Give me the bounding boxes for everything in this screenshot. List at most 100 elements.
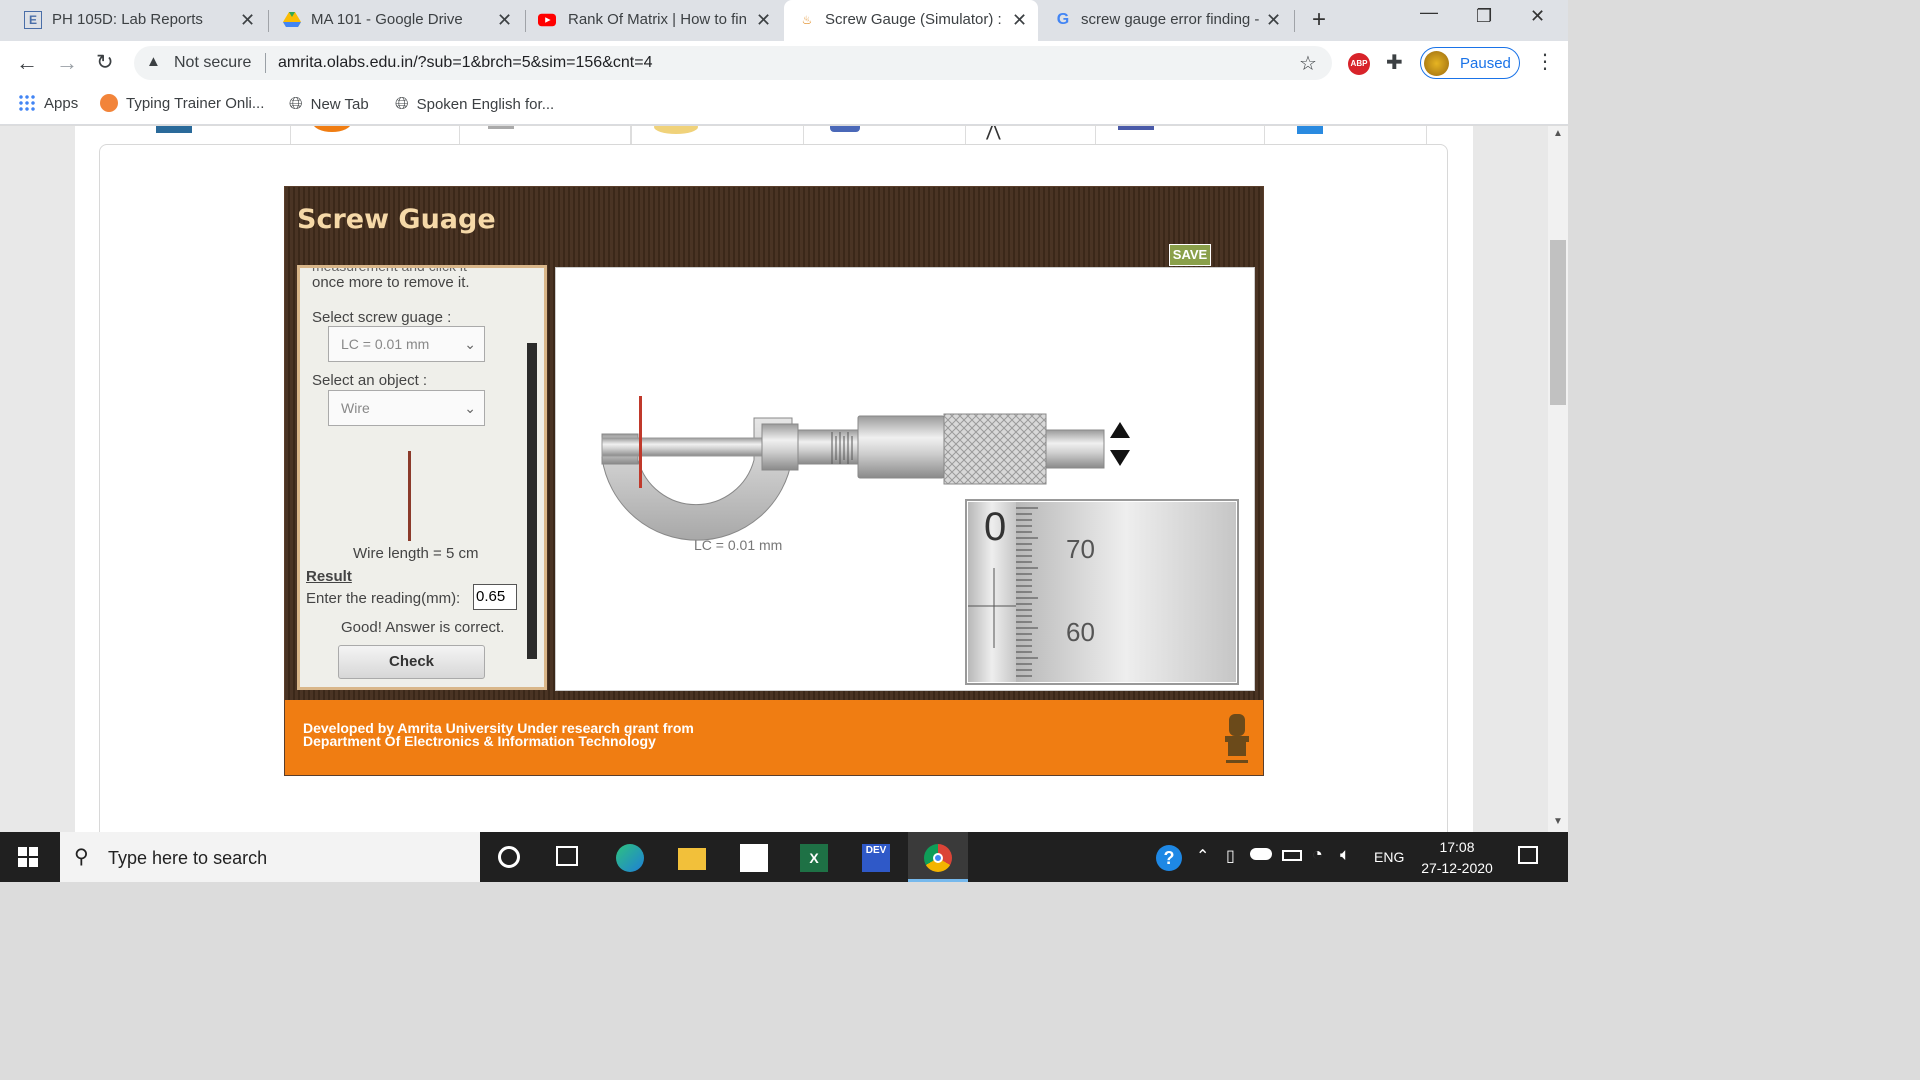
nav-tab-animation[interactable] [460,126,631,146]
close-icon[interactable]: ✕ [1012,10,1027,31]
store-icon[interactable] [740,844,768,872]
sim-footer: Developed by Amrita University Under res… [285,700,1263,775]
reading-input[interactable]: 0.65 [473,584,517,610]
adblock-icon[interactable]: ABP [1348,53,1370,75]
dev-icon[interactable]: DEV [862,844,890,872]
spindle [601,437,773,457]
tab-title: PH 105D: Lab Reports [52,11,203,28]
restore-icon[interactable]: ❐ [1476,6,1492,27]
scroll-thumb[interactable] [1550,240,1566,405]
sim-header: Screw Guage [285,187,1263,250]
save-button[interactable]: SAVE [1169,244,1211,266]
tab-screw-gauge[interactable]: ♨ Screw Gauge (Simulator) : C ✕ [784,0,1038,41]
star-icon[interactable]: ☆ [1299,51,1317,76]
taskbar-search[interactable]: ⚲ Type here to search [60,832,480,882]
object-select[interactable]: Wire ⌄ [328,390,485,426]
close-icon[interactable]: ✕ [240,10,255,31]
minimize-icon[interactable]: — [1420,2,1438,23]
taskbar-search-placeholder: Type here to search [108,848,268,868]
simulator-icon [654,126,698,134]
scroll-down-icon[interactable]: ▼ [1553,816,1563,827]
start-button[interactable] [18,847,38,867]
tab-rank-of-matrix[interactable]: Rank Of Matrix | How to fin ✕ [526,0,782,41]
nav-tab-feedback[interactable] [1265,126,1427,146]
footer-line-2: Department Of Electronics & Information … [303,733,656,749]
sleeve-collar [761,423,799,471]
animation-icon [488,126,514,129]
drive-icon [283,11,301,29]
extensions-icon[interactable]: ✚ [1386,50,1403,75]
file-explorer-icon[interactable] [678,848,706,870]
instructions-text: once more to remove it. [312,274,470,291]
select-gauge-label: Select screw guage : [312,309,452,326]
reload-icon[interactable]: ↻ [96,50,114,75]
bookmark-label: New Tab [310,95,369,113]
onedrive-icon[interactable] [1250,848,1272,860]
clock-time: 17:08 [1439,839,1475,855]
profile-button[interactable]: Paused [1420,47,1520,79]
tray-chevron-icon[interactable]: ⌃ [1196,846,1209,866]
gauge-select[interactable]: LC = 0.01 mm ⌄ [328,326,485,362]
tab-google-search[interactable]: G screw gauge error finding - ✕ [1040,0,1294,41]
lab-nav-strip: ⋀ [120,126,1427,157]
footer-credit: Developed by Amrita University Under res… [303,721,694,749]
ratchet-knurl [943,413,1047,485]
bookmark-typing-trainer[interactable]: Typing Trainer Onli... [100,94,264,112]
close-icon[interactable]: ✕ [756,10,771,31]
tab-title: Screw Gauge (Simulator) : C [825,11,1005,28]
nav-tab-resources[interactable] [1096,126,1265,146]
national-emblem-icon [1225,714,1249,763]
menu-icon[interactable]: ⋮ [1535,49,1555,74]
address-bar[interactable]: ▲ Not secure amrita.olabs.edu.in/?sub=1&… [134,46,1332,80]
olabs-icon: ♨ [801,13,813,27]
window-close-icon[interactable]: ✕ [1530,6,1545,27]
clock[interactable]: 17:08 27-12-2020 [1412,837,1502,879]
page-scrollbar[interactable]: ▲ ▼ [1548,126,1568,832]
control-panel: measurement and click it once more to re… [297,265,547,690]
check-button[interactable]: Check [338,645,485,679]
chrome-taskbar-button[interactable] [908,832,968,882]
notification-icon[interactable] [1518,846,1538,864]
wifi-icon[interactable]: ◔ [1312,844,1323,865]
site-e-icon: E [24,11,42,29]
tab-google-drive[interactable]: MA 101 - Google Drive ✕ [269,0,525,41]
close-icon[interactable]: ✕ [1266,10,1281,31]
screw-gauge-simulator: Screw Guage SAVE measurement and click i… [284,186,1264,776]
apps-grid-icon [18,94,36,112]
chevron-down-icon: ⌄ [464,400,476,416]
bookmark-new-tab[interactable]: 🌐︎ New Tab [289,94,369,114]
excel-icon[interactable]: X [800,844,828,872]
tab-lab-reports[interactable]: E PH 105D: Lab Reports ✕ [0,0,268,41]
bookmark-apps[interactable]: Apps [18,94,78,112]
browser-tab-strip: E PH 105D: Lab Reports ✕ MA 101 - Google… [0,0,1568,41]
edge-icon[interactable] [616,844,644,872]
bookmark-label: Spoken English for... [416,95,555,113]
device-icon[interactable]: ▯ [1226,846,1235,866]
task-view-icon[interactable] [556,846,578,866]
language-indicator[interactable]: ENG [1374,849,1404,865]
nav-tab-procedure[interactable] [291,126,460,146]
nav-tab-viva[interactable]: ⋀ [966,126,1096,146]
new-tab-icon[interactable]: + [1312,6,1326,34]
nav-tab-theory[interactable] [120,126,291,146]
panel-scrollbar[interactable] [527,343,537,659]
close-icon[interactable]: ✕ [497,10,512,31]
forward-icon[interactable]: → [56,50,78,76]
sim-title: Screw Guage [297,204,496,235]
battery-icon[interactable] [1282,850,1302,861]
procedure-icon [313,126,351,132]
volume-icon[interactable]: 🔈︎ [1340,845,1350,865]
url-text[interactable]: amrita.olabs.edu.in/?sub=1&brch=5&sim=15… [278,54,652,72]
chevron-down-icon: ⌄ [464,336,476,352]
globe-icon: 🌐︎ [395,94,409,113]
rotate-up-icon [1110,422,1130,438]
warning-icon: ▲ [146,53,161,70]
cortana-icon[interactable] [498,846,520,868]
back-icon[interactable]: ← [16,50,38,76]
scroll-up-icon[interactable]: ▲ [1553,128,1563,139]
wire-object[interactable] [408,451,411,541]
nav-tab-video[interactable] [804,126,966,146]
help-icon[interactable]: ? [1156,845,1182,871]
gauge-select-value: LC = 0.01 mm [341,336,430,352]
bookmark-spoken-english[interactable]: 🌐︎ Spoken English for... [395,94,554,114]
